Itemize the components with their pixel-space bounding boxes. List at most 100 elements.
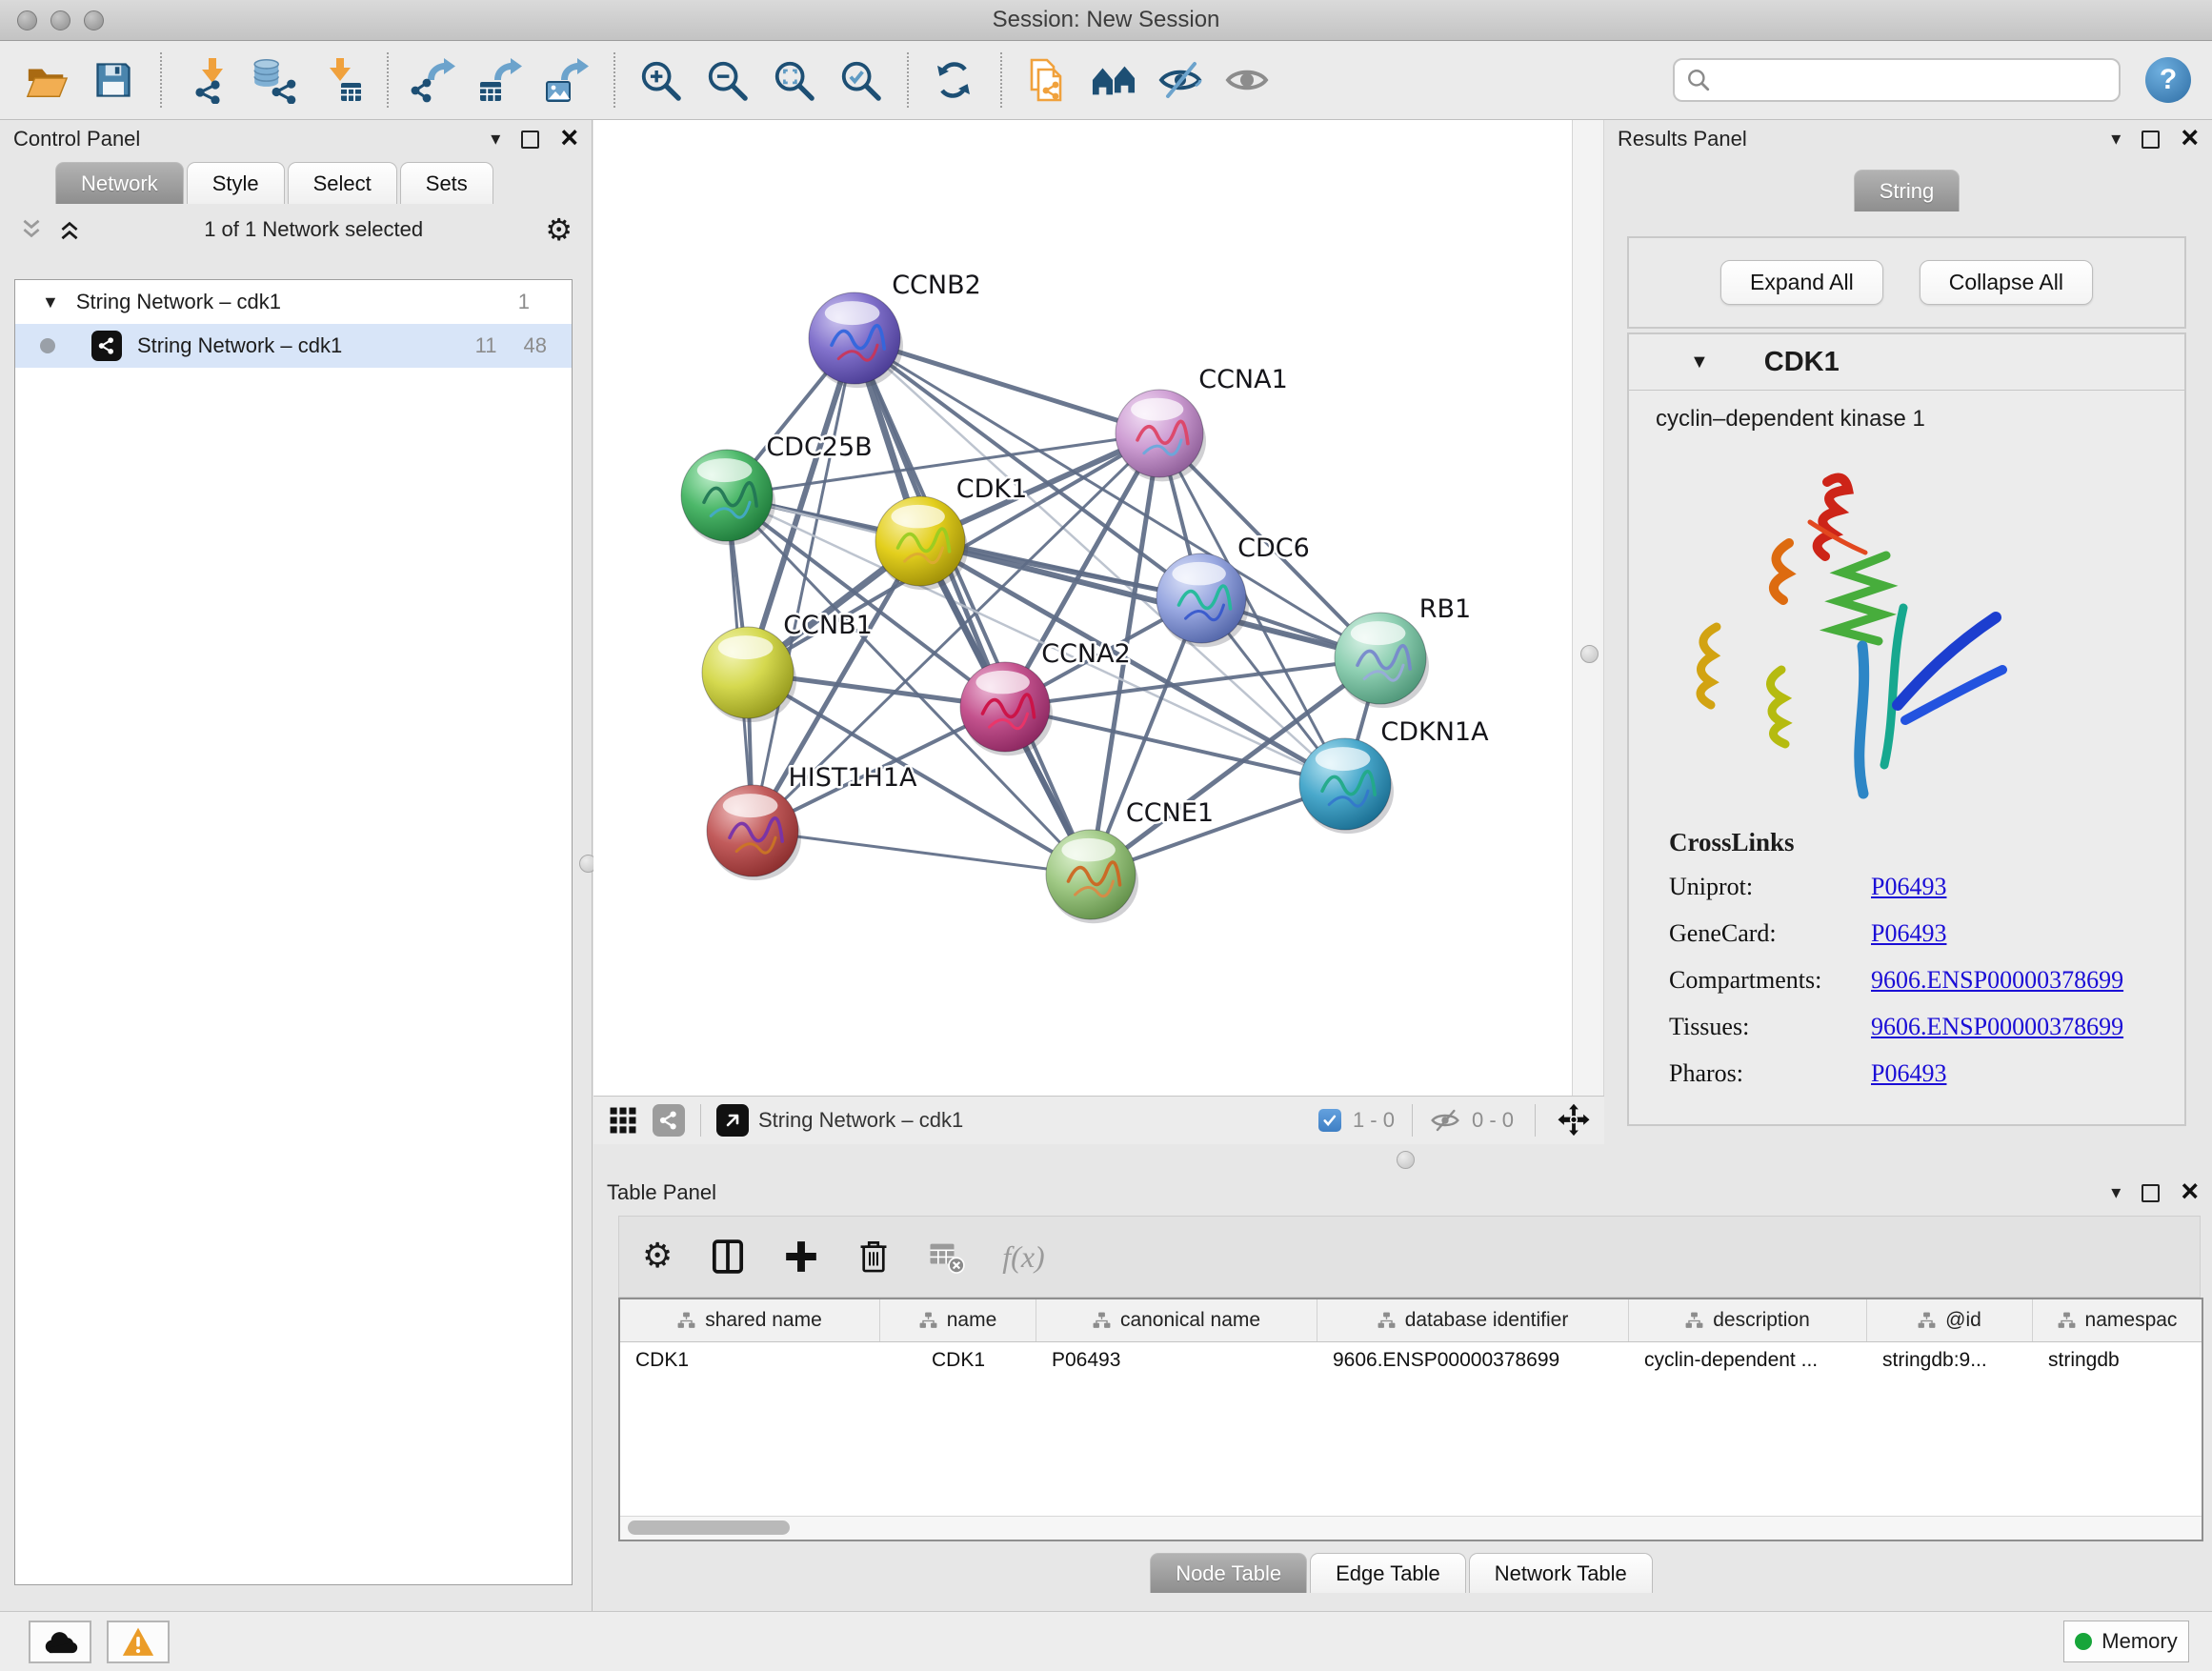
maximize-window-button[interactable] bbox=[84, 10, 104, 30]
float-panel-icon[interactable] bbox=[2142, 131, 2160, 149]
zoom-in-button[interactable] bbox=[634, 52, 686, 108]
node-label-CDK1: CDK1 bbox=[956, 474, 1028, 504]
zoom-selected-button[interactable] bbox=[835, 52, 886, 108]
column-header-namespace[interactable]: namespac bbox=[2033, 1299, 2202, 1341]
collapse-all-icon[interactable] bbox=[19, 217, 44, 242]
tab-string[interactable]: String bbox=[1854, 170, 1960, 211]
open-in-browser-icon[interactable] bbox=[716, 1104, 749, 1137]
cytoscape-window: { "window": {"title": "Session: New Sess… bbox=[0, 0, 2212, 1671]
panel-menu-icon[interactable]: ▾ bbox=[2111, 1183, 2121, 1202]
float-panel-icon[interactable] bbox=[521, 131, 539, 149]
import-network-from-database-button[interactable] bbox=[248, 52, 299, 108]
open-session-button[interactable] bbox=[21, 52, 72, 108]
pharos-link[interactable]: P06493 bbox=[1871, 1059, 1946, 1088]
cell-namespace[interactable]: stringdb bbox=[2033, 1342, 2202, 1379]
save-floppy-icon bbox=[98, 65, 130, 96]
close-panel-icon[interactable]: × bbox=[2181, 122, 2199, 152]
table-row[interactable]: CDK1 CDK1 P06493 9606.ENSP00000378699 cy… bbox=[620, 1342, 2202, 1379]
network-row-selected[interactable]: String Network – cdk1 11 48 bbox=[15, 324, 572, 368]
help-button[interactable]: ? bbox=[2145, 57, 2191, 103]
table-gear-icon[interactable]: ⚙ bbox=[642, 1239, 673, 1274]
cell-description[interactable]: cyclin-dependent ... bbox=[1629, 1342, 1867, 1379]
hide-selected-button[interactable] bbox=[1155, 52, 1206, 108]
tissues-link[interactable]: 9606.ENSP00000378699 bbox=[1871, 1013, 2123, 1041]
network-view[interactable]: CCNB2CCNA1CDC25BCDK1CDC6RB1CCNB1CCNA2CDK… bbox=[593, 120, 1572, 1096]
delete-column-icon[interactable] bbox=[855, 1238, 892, 1275]
import-table-button[interactable] bbox=[314, 52, 366, 108]
column-header-database-identifier[interactable]: database identifier bbox=[1317, 1299, 1629, 1341]
tab-node-table[interactable]: Node Table bbox=[1150, 1553, 1307, 1593]
close-window-button[interactable] bbox=[17, 10, 37, 30]
show-columns-icon[interactable] bbox=[709, 1238, 747, 1276]
expand-all-icon[interactable] bbox=[57, 217, 82, 242]
genecard-link[interactable]: P06493 bbox=[1871, 919, 1946, 948]
panel-menu-icon[interactable]: ▾ bbox=[491, 130, 500, 149]
zoom-fit-button[interactable] bbox=[768, 52, 819, 108]
close-panel-icon[interactable]: × bbox=[2181, 1176, 2199, 1206]
edge-CCNB2-CCNE1[interactable] bbox=[855, 338, 1091, 875]
cloud-status-button[interactable] bbox=[29, 1621, 91, 1663]
horizontal-splitter-handle[interactable] bbox=[1397, 1151, 1415, 1169]
tab-style[interactable]: Style bbox=[187, 162, 285, 204]
column-header-shared-name[interactable]: shared name bbox=[620, 1299, 880, 1341]
status-separator bbox=[1535, 1104, 1536, 1137]
apply-layout-button[interactable] bbox=[928, 52, 979, 108]
expand-all-button[interactable]: Expand All bbox=[1720, 260, 1883, 305]
scrollbar-thumb[interactable] bbox=[628, 1520, 790, 1535]
add-column-icon[interactable] bbox=[783, 1238, 819, 1275]
column-header-canonical-name[interactable]: canonical name bbox=[1036, 1299, 1317, 1341]
cell-name[interactable]: CDK1 bbox=[880, 1342, 1036, 1379]
collection-expand-icon[interactable]: ▼ bbox=[42, 292, 59, 312]
crosslink-label: GeneCard: bbox=[1669, 919, 1871, 948]
tab-select[interactable]: Select bbox=[288, 162, 397, 204]
network-vertical-scrollbar[interactable] bbox=[1572, 120, 1604, 1096]
column-header-name[interactable]: name bbox=[880, 1299, 1036, 1341]
right-splitter-handle[interactable] bbox=[1580, 645, 1599, 663]
tab-edge-table[interactable]: Edge Table bbox=[1310, 1553, 1466, 1593]
zoom-out-button[interactable] bbox=[701, 52, 753, 108]
cell-canonical-name[interactable]: P06493 bbox=[1036, 1342, 1317, 1379]
collapse-entry-icon[interactable]: ▼ bbox=[1690, 352, 1709, 373]
cell-id[interactable]: stringdb:9... bbox=[1867, 1342, 2033, 1379]
toolbar-separator bbox=[907, 52, 909, 108]
tab-network[interactable]: Network bbox=[55, 162, 184, 204]
table-tabs: Node Table Edge Table Network Table bbox=[593, 1553, 2212, 1593]
column-header-id[interactable]: @id bbox=[1867, 1299, 2033, 1341]
import-network-button[interactable] bbox=[181, 52, 232, 108]
first-neighbors-button[interactable] bbox=[1088, 52, 1139, 108]
grid-view-icon[interactable] bbox=[607, 1104, 639, 1137]
status-separator bbox=[1412, 1104, 1413, 1137]
memory-button[interactable]: Memory bbox=[2063, 1621, 2189, 1662]
selected-checkbox-icon[interactable] bbox=[1318, 1109, 1341, 1132]
collapse-all-button[interactable]: Collapse All bbox=[1920, 260, 2093, 305]
cdk1-card-header[interactable]: ▼ CDK1 bbox=[1629, 334, 2184, 391]
edge-CCNB2-HIST1H1A[interactable] bbox=[753, 338, 855, 831]
uniprot-link[interactable]: P06493 bbox=[1871, 873, 1946, 901]
edge-HIST1H1A-CCNE1[interactable] bbox=[753, 831, 1091, 875]
results-controls-box: Expand All Collapse All bbox=[1627, 236, 2186, 329]
tab-network-table[interactable]: Network Table bbox=[1469, 1553, 1653, 1593]
panel-menu-icon[interactable]: ▾ bbox=[2111, 130, 2121, 149]
clone-network-button[interactable] bbox=[1021, 52, 1073, 108]
show-all-button[interactable] bbox=[1221, 52, 1273, 108]
save-session-button[interactable] bbox=[88, 52, 139, 108]
tab-sets[interactable]: Sets bbox=[400, 162, 493, 204]
close-panel-icon[interactable]: × bbox=[560, 122, 578, 152]
compartments-link[interactable]: 9606.ENSP00000378699 bbox=[1871, 966, 2123, 995]
network-collection-row[interactable]: ▼ String Network – cdk1 1 bbox=[15, 280, 572, 324]
column-header-description[interactable]: description bbox=[1629, 1299, 1867, 1341]
gear-icon[interactable]: ⚙ bbox=[545, 214, 573, 245]
minimize-window-button[interactable] bbox=[50, 10, 70, 30]
float-panel-icon[interactable] bbox=[2142, 1184, 2160, 1202]
cell-database-identifier[interactable]: 9606.ENSP00000378699 bbox=[1317, 1342, 1629, 1379]
export-table-button[interactable] bbox=[474, 52, 526, 108]
warnings-button[interactable] bbox=[107, 1621, 170, 1663]
search-box[interactable] bbox=[1673, 58, 2121, 102]
cell-shared-name[interactable]: CDK1 bbox=[620, 1342, 880, 1379]
search-input[interactable] bbox=[1720, 67, 2119, 93]
export-network-button[interactable] bbox=[408, 52, 459, 108]
network-share-icon[interactable] bbox=[653, 1104, 685, 1137]
birdseye-move-icon[interactable] bbox=[1557, 1103, 1591, 1137]
table-horizontal-scrollbar[interactable] bbox=[620, 1516, 2202, 1540]
export-image-button[interactable] bbox=[541, 52, 593, 108]
